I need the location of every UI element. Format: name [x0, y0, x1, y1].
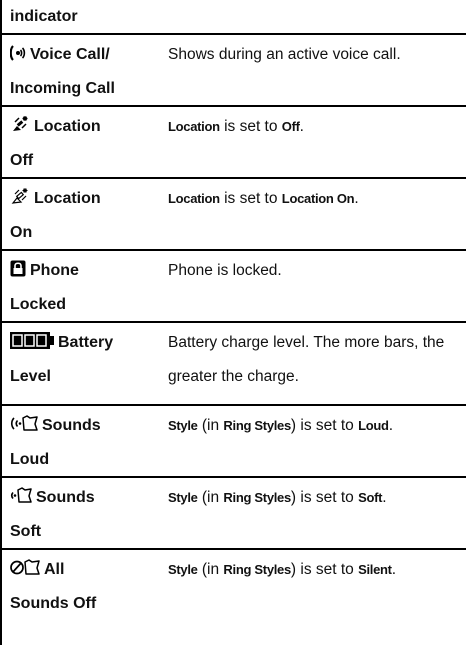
- description-cell: Style (in Ring Styles) is set to Silent.: [160, 550, 466, 645]
- indicator-name-line2: Level: [10, 368, 51, 385]
- header-label: indicator: [10, 7, 78, 25]
- description-cell: Battery charge level. The more bars, the…: [160, 323, 466, 404]
- description-text: Shows during an active voice call.: [168, 46, 401, 63]
- description-term: Ring Styles: [223, 562, 291, 577]
- description-cell: Shows during an active voice call.: [160, 35, 466, 105]
- description-term: Style: [168, 562, 198, 577]
- description-term: Location: [168, 119, 220, 134]
- indicator-cell: Phone Locked: [2, 251, 160, 321]
- indicator-name-line1: Voice Call/: [30, 46, 110, 63]
- description-cell: Location is set to Off.: [160, 107, 466, 177]
- indicator-cell: Sounds Soft: [2, 478, 160, 548]
- description-term: Silent: [358, 562, 392, 577]
- table-row: Battery Level Battery charge level. The …: [2, 323, 466, 406]
- indicator-cell: Location On: [2, 179, 160, 249]
- indicator-name-line2: Soft: [10, 523, 42, 540]
- indicator-name-line1: Battery: [58, 334, 114, 351]
- indicator-cell: Sounds Loud: [2, 406, 160, 476]
- description-term: Location: [168, 191, 220, 206]
- description-term: Style: [168, 490, 198, 505]
- location-off-icon: [10, 115, 30, 133]
- description-text: .: [391, 561, 397, 578]
- table-row: All Sounds Off Style (in Ring Styles) is…: [2, 550, 466, 645]
- indicator-cell: Voice Call/ Incoming Call: [2, 35, 160, 105]
- description-text: .: [388, 417, 393, 434]
- description-text: .: [299, 118, 304, 135]
- description-text: ) is set to: [290, 417, 359, 434]
- table-header: indicator: [2, 0, 466, 35]
- description-text: Battery charge level. The more bars, the…: [168, 334, 445, 385]
- description-text: is set to: [219, 190, 282, 207]
- indicator-table: indicator Voice Call/ Incoming Call Show…: [0, 0, 466, 645]
- indicator-cell: Battery Level: [2, 323, 160, 404]
- phone-locked-icon: [10, 260, 26, 277]
- table-row: Sounds Loud Style (in Ring Styles) is se…: [2, 406, 466, 478]
- voice-call-icon: [10, 45, 26, 61]
- description-cell: Style (in Ring Styles) is set to Loud.: [160, 406, 466, 476]
- indicator-name-line1: Location: [34, 118, 101, 135]
- description-term: Loud: [358, 418, 389, 433]
- table-row: Sounds Soft Style (in Ring Styles) is se…: [2, 478, 466, 550]
- description-text: (in: [197, 489, 224, 506]
- sounds-soft-icon: [10, 487, 32, 504]
- indicator-name-line2: Off: [10, 152, 34, 169]
- indicator-name-line1: Sounds: [42, 417, 101, 434]
- indicator-name-line2: Sounds Off: [10, 595, 97, 612]
- description-term: Ring Styles: [223, 490, 291, 505]
- description-text: Phone is locked.: [168, 262, 282, 279]
- description-text: (in: [197, 561, 224, 578]
- all-sounds-off-icon: [10, 559, 40, 576]
- table-row: Voice Call/ Incoming Call Shows during a…: [2, 35, 466, 107]
- indicator-cell: All Sounds Off: [2, 550, 160, 645]
- indicator-name-line2: Locked: [10, 296, 67, 313]
- indicator-name-line1: Sounds: [36, 489, 95, 506]
- indicator-name-line2: Incoming Call: [10, 80, 115, 97]
- description-term: Location On: [281, 191, 355, 206]
- description-text: (in: [197, 417, 224, 434]
- indicator-name-line1: Location: [34, 190, 101, 207]
- description-term: Style: [168, 418, 198, 433]
- table-row: Location Off Location is set to Off.: [2, 107, 466, 179]
- description-cell: Phone is locked.: [160, 251, 466, 321]
- description-term: Off: [281, 119, 300, 134]
- location-on-icon: [10, 187, 30, 205]
- indicator-name-line1: Phone: [30, 262, 79, 279]
- description-text: is set to: [219, 118, 282, 135]
- description-text: ) is set to: [290, 561, 359, 578]
- table-row: Location On Location is set to Location …: [2, 179, 466, 251]
- description-cell: Style (in Ring Styles) is set to Soft.: [160, 478, 466, 548]
- description-text: .: [354, 190, 359, 207]
- table-row: Phone Locked Phone is locked.: [2, 251, 466, 323]
- description-term: Soft: [358, 490, 383, 505]
- description-cell: Location is set to Location On.: [160, 179, 466, 249]
- indicator-name-line1: All: [44, 561, 65, 578]
- indicator-cell: Location Off: [2, 107, 160, 177]
- sounds-loud-icon: [10, 415, 38, 432]
- battery-level-icon: [10, 332, 54, 349]
- description-text: ) is set to: [290, 489, 359, 506]
- indicator-name-line2: Loud: [10, 451, 50, 468]
- description-term: Ring Styles: [223, 418, 291, 433]
- indicator-name-line2: On: [10, 224, 33, 241]
- description-text: .: [382, 489, 387, 506]
